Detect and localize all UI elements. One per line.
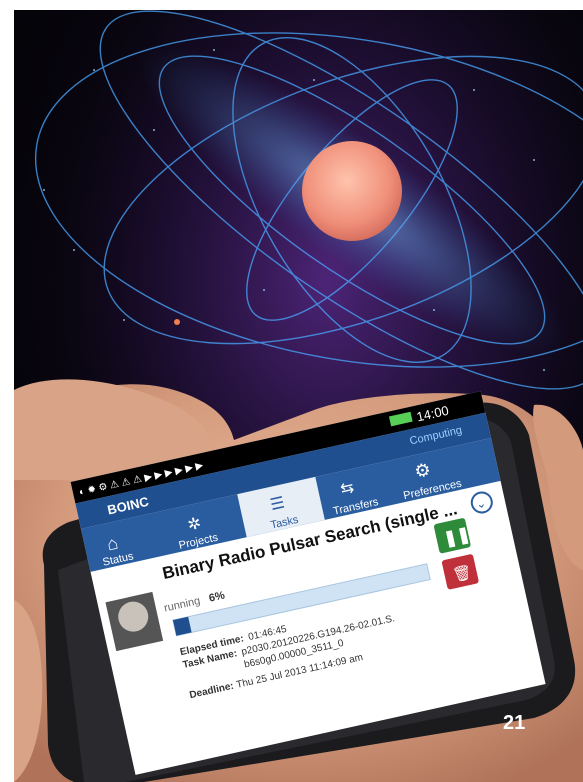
photo-scene: ◐ ✹ ⚙ ⚠ ⚠ ⚠ ▶ ▶ ▶ ▶ ▶ ▶ 14:00 BOINC Comp… (14, 10, 583, 782)
fingers (14, 404, 583, 782)
page-number: 21 (503, 712, 526, 734)
